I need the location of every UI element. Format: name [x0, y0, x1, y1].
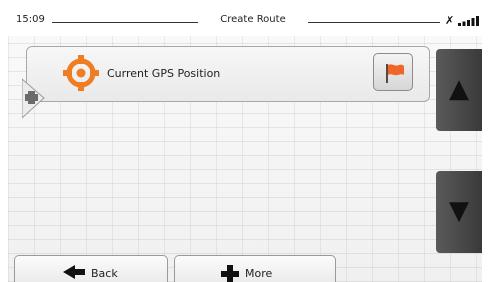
plus-icon — [221, 265, 239, 282]
scroll-up-button[interactable]: ▲ — [436, 49, 482, 131]
more-label: More — [245, 267, 273, 280]
flag-icon — [386, 64, 404, 83]
scroll-down-button[interactable]: ▼ — [436, 171, 482, 253]
satellite-icon: ✗ — [445, 14, 455, 27]
route-point-label: Current GPS Position — [107, 67, 221, 80]
insert-route-point-button[interactable] — [22, 78, 68, 124]
arrow-left-icon — [63, 265, 85, 279]
screen-title: Create Route — [220, 14, 286, 25]
back-label: Back — [91, 267, 118, 280]
gps-target-icon — [63, 55, 99, 91]
more-button[interactable]: More — [174, 255, 336, 282]
back-button[interactable]: Back — [14, 255, 168, 282]
route-point-current-gps[interactable]: Current GPS Position — [26, 46, 430, 102]
title-divider-right — [308, 22, 440, 23]
arrow-down-icon: ▼ — [449, 196, 469, 226]
title-divider-left — [52, 22, 198, 23]
clock: 15:09 — [16, 14, 45, 25]
arrow-up-icon: ▲ — [449, 74, 469, 104]
screen: 15:09 Create Route ✗ Current GPS Positio… — [8, 6, 482, 282]
status-bar: 15:09 Create Route ✗ — [8, 6, 482, 36]
signal-strength-icon — [458, 16, 479, 26]
set-destination-flag-button[interactable] — [373, 53, 413, 91]
